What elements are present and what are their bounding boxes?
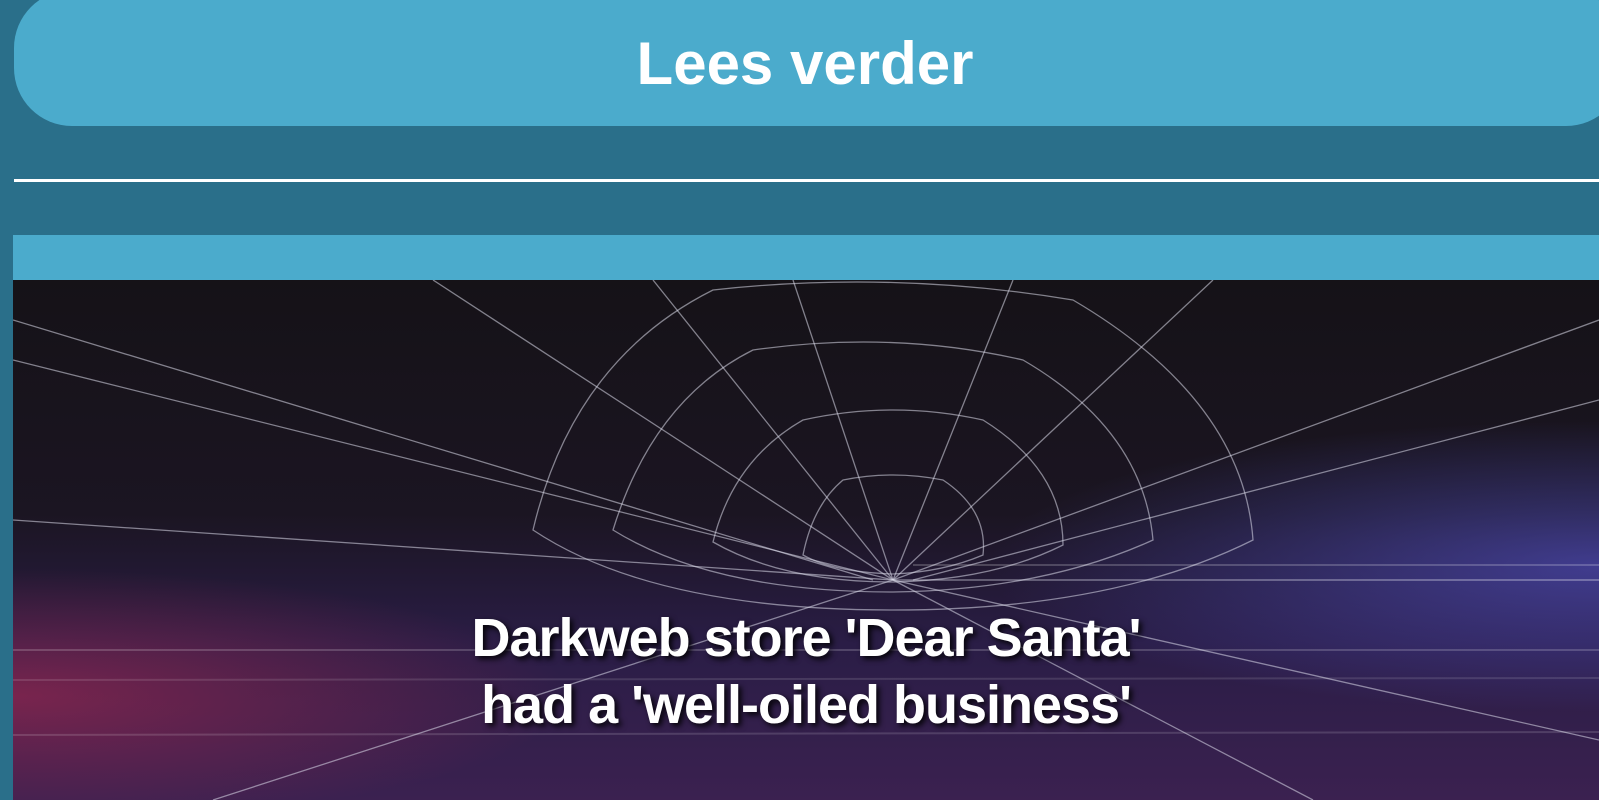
article-card[interactable]: Darkweb store 'Dear Santa' had a 'well-o…: [13, 235, 1599, 800]
headline-line-1: Darkweb store 'Dear Santa': [471, 608, 1142, 668]
read-more-label: Lees verder: [636, 29, 974, 97]
page: Lees verder Darkweb store 'Dear Santa' h…: [0, 0, 1599, 800]
headline-line-2: had a 'well-oiled business': [481, 675, 1132, 735]
card-header-strip: [13, 235, 1599, 280]
read-more-button[interactable]: Lees verder: [14, 0, 1599, 126]
article-thumbnail[interactable]: Darkweb store 'Dear Santa' had a 'well-o…: [13, 280, 1599, 800]
divider: [14, 179, 1599, 182]
